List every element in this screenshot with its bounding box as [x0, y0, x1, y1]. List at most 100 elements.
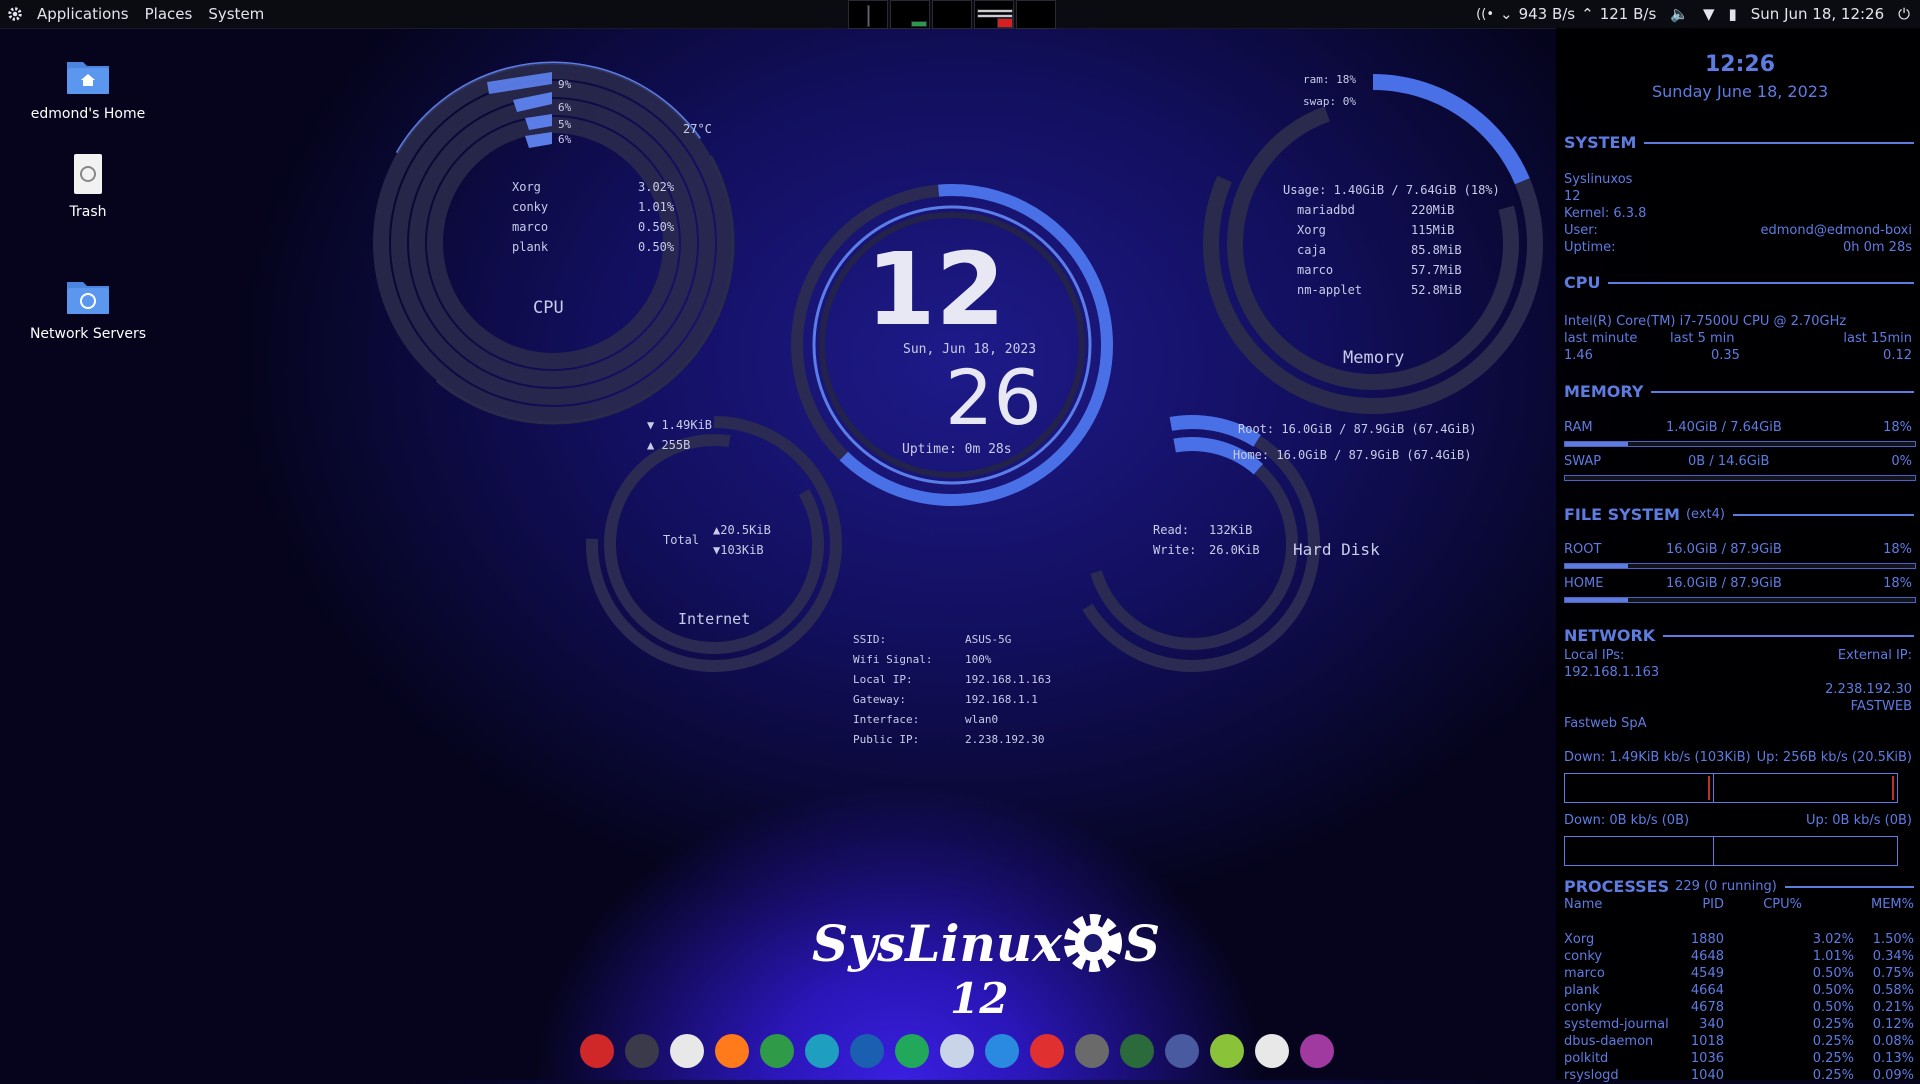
- net-down-1: Down: 1.49KiB kb/s (103KiB): [1564, 750, 1751, 765]
- dock: [580, 1034, 1334, 1068]
- process-cpu: 0.25%: [1812, 1034, 1854, 1049]
- cpu-load-5: 0.35: [1711, 348, 1740, 363]
- graph-spike: [1892, 776, 1894, 800]
- memory-widget-title: Memory: [1343, 348, 1405, 368]
- net-up-rate: 121 B/s: [1599, 5, 1657, 23]
- net-info-value: 2.238.192.30: [965, 733, 1045, 746]
- chrome-icon[interactable]: [760, 1034, 794, 1068]
- net-info-key: SSID:: [853, 633, 887, 646]
- lightning-app-icon[interactable]: [895, 1034, 929, 1068]
- col-name: Name: [1564, 897, 1603, 912]
- cpu-core-2: 6%: [558, 101, 572, 114]
- fs-type: (ext4): [1685, 507, 1725, 522]
- edge-dev-icon[interactable]: [805, 1034, 839, 1068]
- process-row: plank 4664 0.50% 0.58%: [1564, 983, 1914, 999]
- process-mem: 0.12%: [1872, 1017, 1914, 1032]
- anydesk-icon[interactable]: [1030, 1034, 1064, 1068]
- home-bar-fill: [1565, 598, 1628, 602]
- process-name: dbus-daemon: [1564, 1034, 1654, 1049]
- power-icon[interactable]: ⏻: [1898, 5, 1910, 23]
- process-row: dbus-daemon 1018 0.25% 0.08%: [1564, 1034, 1914, 1050]
- disk-root: Root: 16.0GiB / 87.9GiB (67.4GiB): [1238, 422, 1477, 436]
- external-ip: 2.238.192.30: [1825, 682, 1912, 697]
- process-pid: 4664: [1690, 983, 1724, 998]
- process-cpu: 0.50%: [1812, 966, 1854, 981]
- home-pct: 18%: [1883, 576, 1912, 591]
- mem-ram-pct: ram: 18%: [1303, 73, 1356, 86]
- wifi-icon[interactable]: ▼: [1703, 5, 1715, 23]
- mem-proc-name-4: marco: [1297, 263, 1334, 277]
- col-pid: PID: [1702, 897, 1724, 912]
- root-label: ROOT: [1564, 542, 1602, 557]
- mem-usage: Usage: 1.40GiB / 7.64GiB (18%): [1283, 183, 1500, 197]
- box-app-icon[interactable]: [1210, 1034, 1244, 1068]
- mem-proc-name-2: Xorg: [1297, 223, 1326, 237]
- cpu-load-1: 1.46: [1564, 348, 1593, 363]
- battery-icon[interactable]: ▮: [1729, 5, 1737, 23]
- process-pid: 1036: [1690, 1051, 1724, 1066]
- isp-short: FASTWEB: [1850, 699, 1912, 714]
- local-ip: 192.168.1.163: [1564, 665, 1660, 680]
- wifi-tool-icon[interactable]: [940, 1034, 974, 1068]
- home-label: HOME: [1564, 576, 1604, 591]
- section-memory: MEMORY: [1564, 382, 1914, 401]
- cpu-proc-val-3: 0.50%: [638, 220, 675, 234]
- process-count: 229 (0 running): [1675, 879, 1777, 894]
- mem-proc-val-5: 52.8MiB: [1411, 283, 1462, 297]
- clock-hour: 12: [866, 231, 1006, 348]
- process-pid: 4648: [1690, 949, 1724, 964]
- swap-bar: [1564, 475, 1916, 481]
- keyboard-icon[interactable]: [625, 1034, 659, 1068]
- process-row: marco 4549 0.50% 0.75%: [1564, 966, 1914, 982]
- home-value: 16.0GiB / 87.9GiB: [1666, 576, 1782, 591]
- wave-app-icon[interactable]: [850, 1034, 884, 1068]
- cpu-proc-name-2: conky: [512, 200, 549, 214]
- isp-name: Fastweb SpA: [1564, 716, 1647, 731]
- disk-utility-icon[interactable]: [1075, 1034, 1109, 1068]
- obs-icon[interactable]: [1255, 1034, 1289, 1068]
- package-manager-icon[interactable]: [1120, 1034, 1154, 1068]
- cpu-proc-val-4: 0.50%: [638, 240, 675, 254]
- mem-proc-val-1: 220MiB: [1411, 203, 1455, 217]
- process-cpu: 3.02%: [1812, 932, 1854, 947]
- ram-bar: [1564, 441, 1916, 447]
- process-cpu: 0.50%: [1812, 1000, 1854, 1015]
- terminal-red-icon[interactable]: [580, 1034, 614, 1068]
- net-info-key: Local IP:: [853, 673, 913, 686]
- mem-swap-pct: swap: 0%: [1303, 95, 1356, 108]
- system-user: edmond@edmond-boxi: [1760, 223, 1912, 238]
- process-row: systemd-journal 340 0.25% 0.12%: [1564, 1017, 1914, 1033]
- disk-read: 132KiB: [1209, 523, 1253, 537]
- ram-pct: 18%: [1883, 420, 1912, 435]
- disk-write: 26.0KiB: [1209, 543, 1260, 557]
- logo-text-right: S: [1123, 913, 1161, 973]
- process-name: polkitd: [1564, 1051, 1609, 1066]
- sidebar-date: Sunday June 18, 2023: [1652, 82, 1829, 101]
- section-filesystem: FILE SYSTEM (ext4): [1564, 505, 1914, 524]
- logo-version: 12: [950, 974, 1009, 1023]
- system-uptime: 0h 0m 28s: [1842, 240, 1912, 255]
- process-mem: 0.09%: [1872, 1068, 1914, 1083]
- local-ips-label: Local IPs:: [1564, 648, 1625, 663]
- cpu-widget-title: CPU: [533, 298, 564, 318]
- cpu-load-label-5: last 5 min: [1670, 331, 1735, 346]
- remote-desktop-icon[interactable]: [670, 1034, 704, 1068]
- process-mem: 0.58%: [1872, 983, 1914, 998]
- panel-clock[interactable]: Sun Jun 18, 12:26: [1751, 5, 1884, 23]
- gimp-icon[interactable]: [1165, 1034, 1199, 1068]
- graph-spike: [1708, 776, 1710, 800]
- podcast-app-icon[interactable]: [1300, 1034, 1334, 1068]
- net-info-key: Public IP:: [853, 733, 920, 746]
- cpu-proc-name-4: plank: [512, 240, 549, 254]
- process-pid: 4678: [1690, 1000, 1724, 1015]
- system-uptime-label: Uptime:: [1564, 240, 1616, 255]
- process-row: rsyslogd 1040 0.25% 0.09%: [1564, 1068, 1914, 1084]
- process-pid: 4549: [1690, 966, 1724, 981]
- net-info-key: Interface:: [853, 713, 920, 726]
- firefox-icon[interactable]: [715, 1034, 749, 1068]
- process-pid: 1018: [1690, 1034, 1724, 1049]
- volume-icon[interactable]: 🔈: [1670, 5, 1689, 23]
- process-mem: 0.08%: [1872, 1034, 1914, 1049]
- logo-text-left: SysLinux: [812, 913, 1062, 973]
- chat-app-icon[interactable]: [985, 1034, 1019, 1068]
